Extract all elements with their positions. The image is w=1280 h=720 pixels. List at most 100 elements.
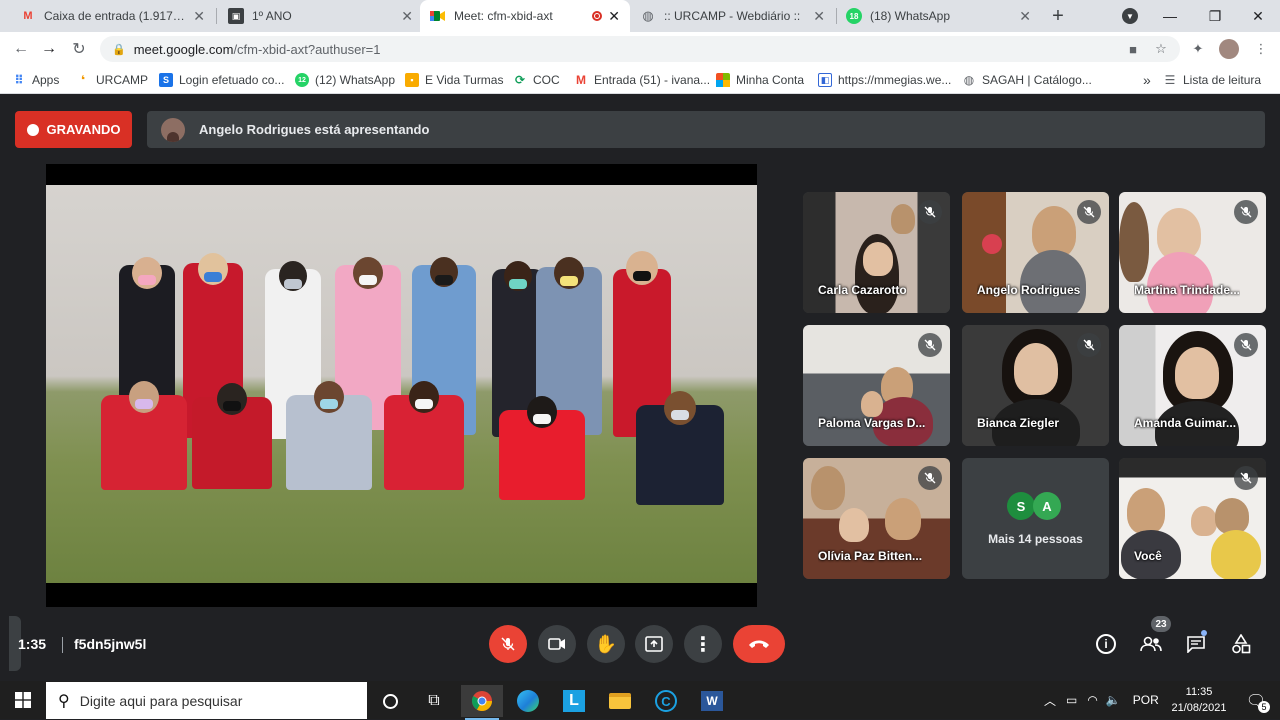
bookmark-minha-conta[interactable]: Minha Conta bbox=[716, 71, 804, 89]
more-options-button[interactable]: ⋮ bbox=[684, 625, 722, 663]
reading-list-label: Lista de leitura bbox=[1183, 73, 1262, 87]
taskbar-search[interactable]: ⚲ Digite aqui para pesquisar bbox=[46, 682, 367, 719]
taskbar-file-explorer[interactable] bbox=[599, 685, 641, 717]
bookmark-label: COC bbox=[533, 73, 560, 87]
camera-in-use-icon[interactable]: ■ bbox=[1124, 40, 1142, 58]
tab-title: 1º ANO bbox=[252, 9, 292, 23]
task-view-button[interactable]: ⧉ bbox=[413, 685, 455, 717]
presentation-stage[interactable] bbox=[46, 164, 757, 607]
chevron-up-icon[interactable]: ︿ bbox=[1044, 692, 1056, 709]
recording-label: GRAVANDO bbox=[46, 122, 121, 137]
bookmark-whatsapp[interactable]: 12 (12) WhatsApp bbox=[295, 71, 395, 89]
bookmarks-overflow-icon[interactable]: » bbox=[1143, 71, 1151, 89]
participant-tile[interactable]: Bianca Ziegler bbox=[962, 325, 1109, 446]
back-button[interactable]: ← bbox=[8, 37, 34, 61]
meet-window: GRAVANDO Angelo Rodrigues está apresenta… bbox=[0, 95, 1280, 681]
minimize-button[interactable]: — bbox=[1150, 0, 1190, 32]
avatar: S bbox=[1007, 492, 1035, 520]
tab-search-button[interactable]: ▼ bbox=[1110, 0, 1150, 32]
mic-off-icon bbox=[1234, 333, 1258, 357]
participant-tile[interactable]: Angelo Rodrigues bbox=[962, 192, 1109, 313]
taskbar-app-c[interactable]: C bbox=[645, 685, 687, 717]
recording-badge[interactable]: GRAVANDO bbox=[15, 111, 132, 148]
self-view-tile[interactable]: Você bbox=[1119, 458, 1266, 579]
taskbar-app-l[interactable]: L bbox=[553, 685, 595, 717]
meeting-details-button[interactable]: i bbox=[1093, 631, 1119, 657]
participant-name: Olívia Paz Bitten... bbox=[818, 549, 923, 563]
hand-icon: ✋ bbox=[594, 633, 618, 654]
taskbar-word[interactable]: W bbox=[691, 685, 733, 717]
participant-tile[interactable]: Amanda Guimar... bbox=[1119, 325, 1266, 446]
taskbar-clock[interactable]: 11:35 21/08/2021 bbox=[1168, 684, 1230, 716]
classroom-icon: ▣ bbox=[228, 8, 244, 24]
menu-kebab-icon[interactable]: ⋮ bbox=[1252, 40, 1270, 58]
activities-button[interactable] bbox=[1228, 631, 1254, 657]
new-tab-button[interactable]: + bbox=[1038, 0, 1078, 32]
participant-tile[interactable]: Olívia Paz Bitten... bbox=[803, 458, 950, 579]
child-figure bbox=[101, 381, 187, 490]
participant-name: Você bbox=[1134, 549, 1162, 563]
chat-icon bbox=[1187, 636, 1205, 653]
people-button[interactable] bbox=[1138, 631, 1164, 657]
battery-icon[interactable]: ▭ bbox=[1066, 693, 1077, 707]
child-figure bbox=[499, 396, 585, 500]
url-path: /cfm-xbid-axt?authuser=1 bbox=[233, 41, 381, 57]
search-icon: ⚲ bbox=[58, 692, 70, 710]
taskbar-chrome[interactable] bbox=[461, 685, 503, 720]
bookmarks-bar: ⠿ Apps ❛ URCAMP S Login efetuado co... 1… bbox=[0, 66, 1280, 94]
bookmark-apps[interactable]: ⠿ Apps bbox=[12, 71, 59, 89]
cortana-button[interactable] bbox=[369, 685, 411, 717]
extensions-icon[interactable]: ✦ bbox=[1189, 40, 1207, 58]
bookmark-entrada[interactable]: M Entrada (51) - ivana... bbox=[574, 71, 710, 89]
forward-button[interactable]: → bbox=[36, 37, 62, 61]
bookmark-evida[interactable]: ▪ E Vida Turmas bbox=[405, 71, 503, 89]
tab-whatsapp[interactable]: 18 (18) WhatsApp ✕ bbox=[836, 0, 1041, 32]
close-icon[interactable]: ✕ bbox=[608, 8, 620, 25]
more-vert-icon: ⋮ bbox=[693, 633, 713, 656]
participant-tile[interactable]: Martina Trindade... bbox=[1119, 192, 1266, 313]
bookmark-label: Apps bbox=[32, 73, 60, 87]
start-button[interactable] bbox=[0, 681, 46, 719]
s-icon: S bbox=[159, 73, 173, 87]
tab-meet[interactable]: Meet: cfm-xbid-axt ✕ bbox=[420, 0, 630, 32]
bookmark-star-icon[interactable]: ☆ bbox=[1152, 40, 1170, 58]
more-people-label: Mais 14 pessoas bbox=[988, 532, 1083, 546]
leave-call-button[interactable] bbox=[733, 625, 785, 663]
tab-1ano[interactable]: ▣ 1º ANO ✕ bbox=[218, 0, 423, 32]
volume-icon[interactable]: 🔈 bbox=[1106, 693, 1121, 707]
maximize-button[interactable]: ❐ bbox=[1195, 0, 1235, 32]
participant-name: Martina Trindade... bbox=[1134, 283, 1241, 297]
notifications-button[interactable]: 🗨 5 bbox=[1236, 685, 1276, 717]
tab-gmail[interactable]: M Caixa de entrada (1.917) - iva ✕ bbox=[10, 0, 215, 32]
close-icon[interactable]: ✕ bbox=[813, 8, 825, 25]
bookmark-urcamp[interactable]: ❛ URCAMP bbox=[76, 71, 148, 89]
bookmark-sagah[interactable]: ◍ SAGAH | Catálogo... bbox=[962, 71, 1092, 89]
mic-toggle-button[interactable] bbox=[489, 625, 527, 663]
language-indicator[interactable]: POR bbox=[1133, 693, 1159, 707]
tab-divider bbox=[216, 8, 217, 24]
window-close-button[interactable]: ✕ bbox=[1238, 0, 1278, 32]
close-icon[interactable]: ✕ bbox=[401, 8, 413, 25]
participant-tile[interactable]: Paloma Vargas D... bbox=[803, 325, 950, 446]
camera-toggle-button[interactable] bbox=[538, 625, 576, 663]
close-icon[interactable]: ✕ bbox=[193, 8, 205, 25]
mic-off-icon bbox=[918, 333, 942, 357]
more-participants-tile[interactable]: S A Mais 14 pessoas bbox=[962, 458, 1109, 579]
wifi-icon[interactable]: ◠ bbox=[1087, 693, 1097, 707]
bookmark-login[interactable]: S Login efetuado co... bbox=[159, 71, 284, 89]
participant-tile[interactable]: Carla Cazarotto bbox=[803, 192, 950, 313]
close-icon[interactable]: ✕ bbox=[1019, 8, 1031, 25]
profile-avatar[interactable] bbox=[1219, 39, 1239, 59]
bookmark-coc[interactable]: ⟳ COC bbox=[513, 71, 560, 89]
presentation-video bbox=[46, 185, 757, 583]
reading-list-button[interactable]: ☰ Lista de leitura bbox=[1163, 71, 1261, 89]
cortana-circle-icon bbox=[382, 693, 398, 709]
bookmark-mmegias[interactable]: ◧ https://mmegias.we... bbox=[818, 71, 951, 89]
tab-urcamp[interactable]: ◍ :: URCAMP - Webdiário :: ✕ bbox=[630, 0, 835, 32]
raise-hand-button[interactable]: ✋ bbox=[587, 625, 625, 663]
reload-button[interactable]: ↻ bbox=[66, 37, 92, 61]
present-now-button[interactable] bbox=[635, 625, 673, 663]
taskbar-edge[interactable] bbox=[507, 685, 549, 717]
address-bar[interactable]: 🔒 meet.google.com/cfm-xbid-axt?authuser=… bbox=[100, 36, 1180, 62]
mic-off-icon bbox=[918, 466, 942, 490]
